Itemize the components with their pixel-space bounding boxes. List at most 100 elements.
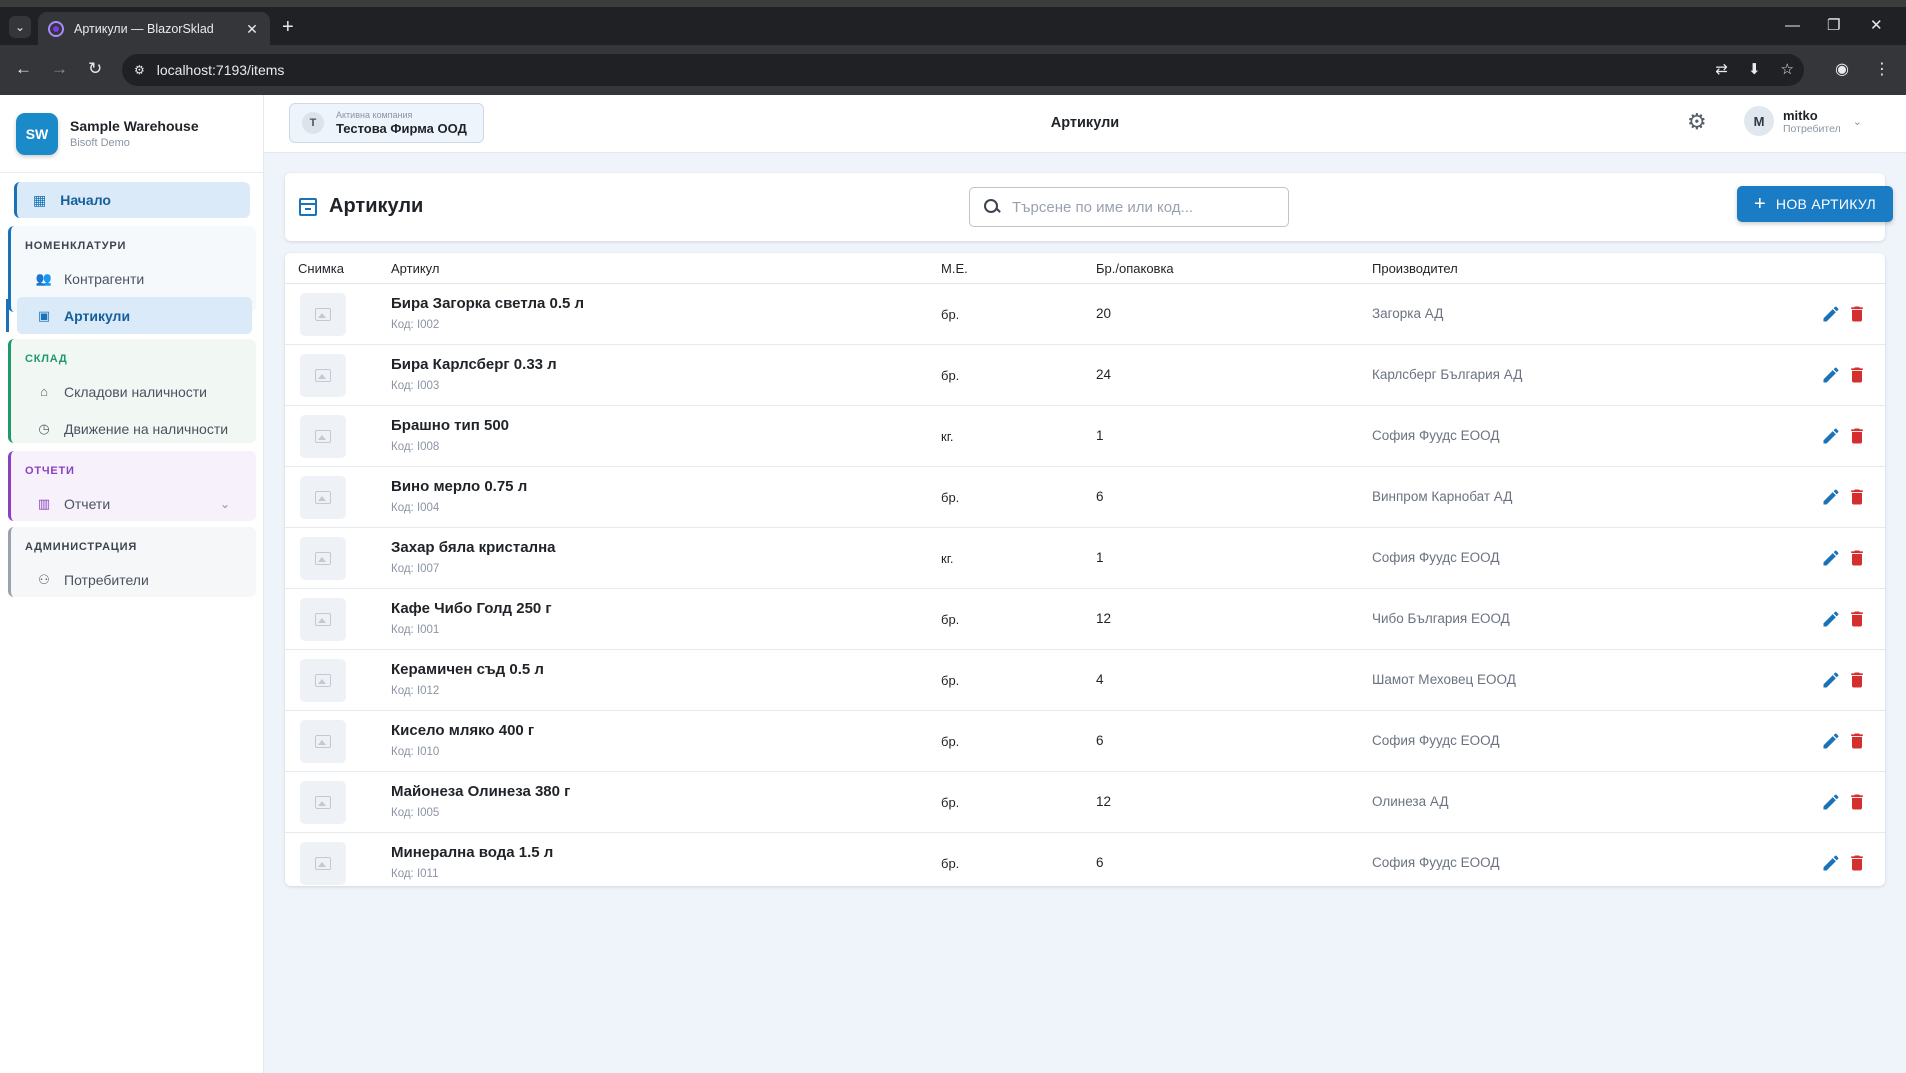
site-settings-icon[interactable]: ⚙ — [134, 63, 145, 77]
image-placeholder-icon — [315, 552, 331, 565]
item-unit: кг. — [941, 429, 954, 444]
table-row[interactable]: Захар бяла кристална Код: I007 кг. 1 София Ф… — [285, 528, 1885, 589]
table-row[interactable]: Брашно тип 500 Код: I008 кг. 1 София Фуудс Е… — [285, 406, 1885, 467]
item-name: Вино мерло 0.75 л — [391, 478, 528, 495]
minimize-button[interactable]: — — [1785, 17, 1800, 35]
delete-button[interactable] — [1847, 792, 1867, 812]
reload-button[interactable]: ↻ — [88, 59, 102, 79]
sidebar-item-items[interactable]: ▣ Артикули — [6, 297, 252, 334]
page-title: Артикули — [329, 195, 424, 217]
image-placeholder-icon — [315, 491, 331, 504]
company-avatar: T — [302, 112, 324, 134]
item-code: Код: I001 — [391, 624, 440, 636]
trash-icon — [1851, 428, 1863, 444]
edit-button[interactable] — [1821, 487, 1841, 507]
image-placeholder-icon — [315, 613, 331, 626]
forward-button[interactable]: → — [51, 59, 68, 79]
column-header-manufacturer[interactable]: Производител — [1372, 261, 1458, 276]
chrome-menu-icon[interactable]: ⋮ — [1874, 59, 1890, 79]
edit-button[interactable] — [1821, 426, 1841, 446]
settings-gear-icon[interactable]: ⚙ — [1687, 111, 1707, 133]
trash-icon — [1851, 489, 1863, 505]
column-header-photo[interactable]: Снимка — [298, 261, 344, 276]
item-pack-qty: 24 — [1096, 367, 1112, 382]
delete-button[interactable] — [1847, 548, 1867, 568]
tab-close-icon[interactable]: ✕ — [244, 21, 260, 38]
search-input[interactable] — [1012, 198, 1262, 216]
image-placeholder-icon — [315, 369, 331, 382]
restore-button[interactable]: ❐ — [1827, 17, 1840, 35]
table-row[interactable]: Кисело мляко 400 г Код: I010 бр. 6 София Фуу… — [285, 711, 1885, 772]
delete-button[interactable] — [1847, 304, 1867, 324]
page-toolbar: Артикули + НОВ АРТИКУЛ — [285, 173, 1893, 241]
item-photo — [300, 720, 346, 763]
sidebar-item-label: Отчети — [64, 495, 111, 512]
profile-icon[interactable]: ◉ — [1835, 59, 1849, 79]
dashboard-icon: ▦ — [33, 191, 47, 208]
item-code: Код: I010 — [391, 746, 440, 758]
item-unit: бр. — [941, 612, 960, 627]
nav-group-title: СКЛАД — [25, 353, 68, 365]
delete-button[interactable] — [1847, 731, 1867, 751]
table-row[interactable]: Минерална вода 1.5 л Код: I011 бр. 6 София Ф… — [285, 833, 1885, 886]
delete-button[interactable] — [1847, 426, 1867, 446]
pencil-icon — [1823, 611, 1839, 627]
nav-group-title: НОМЕНКЛАТУРИ — [25, 240, 127, 252]
table-row[interactable]: Керамичен съд 0.5 л Код: I012 бр. 4 Шамот Ме… — [285, 650, 1885, 711]
edit-button[interactable] — [1821, 853, 1841, 873]
item-name: Минерална вода 1.5 л — [391, 844, 554, 861]
delete-button[interactable] — [1847, 487, 1867, 507]
window-close-button[interactable]: ✕ — [1870, 17, 1883, 35]
address-bar[interactable]: ⚙ localhost:7193/items ⇄ ⬇ ☆ — [122, 54, 1804, 86]
edit-button[interactable] — [1821, 365, 1841, 385]
item-manufacturer: Карлсберг България АД — [1372, 367, 1523, 382]
tab-search-button[interactable]: ⌄ — [9, 16, 31, 38]
chevron-down-icon[interactable]: ⌄ — [220, 497, 230, 511]
chart-icon: ▥ — [37, 495, 51, 511]
brand[interactable]: SW Sample Warehouse Bisoft Demo — [0, 95, 263, 173]
table-row[interactable]: Бира Загорка светла 0.5 л Код: I002 бр. 20 З… — [285, 284, 1885, 345]
sidebar-item-contractors[interactable]: 👥 Контрагенти — [11, 260, 256, 297]
column-header-unit[interactable]: М.Е. — [941, 261, 968, 276]
edit-button[interactable] — [1821, 304, 1841, 324]
sidebar-item-home[interactable]: ▦ Начало — [14, 182, 250, 218]
archive-icon: ▣ — [37, 307, 51, 323]
warehouse-icon: ⌂ — [40, 384, 48, 399]
search-box[interactable] — [969, 187, 1289, 227]
nav-group-title: ОТЧЕТИ — [25, 465, 75, 477]
new-item-button[interactable]: + НОВ АРТИКУЛ — [1737, 186, 1893, 222]
company-selector[interactable]: T Активна компания Тестова Фирма ООД — [289, 103, 484, 143]
delete-button[interactable] — [1847, 670, 1867, 690]
column-header-item[interactable]: Артикул — [391, 261, 439, 276]
back-button[interactable]: ← — [15, 59, 32, 79]
column-header-pack[interactable]: Бр./опаковка — [1096, 261, 1174, 276]
delete-button[interactable] — [1847, 853, 1867, 873]
item-unit: бр. — [941, 307, 960, 322]
edit-button[interactable] — [1821, 731, 1841, 751]
nav-group-warehouse: СКЛАД ⌂ Складови наличности ◷ Движение н… — [8, 339, 256, 443]
table-row[interactable]: Майонеза Олинеза 380 г Код: I005 бр. 12 Олин… — [285, 772, 1885, 833]
bookmark-star-icon[interactable]: ☆ — [1781, 60, 1794, 78]
sidebar-item-users[interactable]: ⚇ Потребители — [11, 561, 256, 598]
user-menu[interactable]: M mitko Потребител ⌄ — [1744, 106, 1862, 136]
table-row[interactable]: Вино мерло 0.75 л Код: I004 бр. 6 Винпром Ка… — [285, 467, 1885, 528]
sidebar-item-stock-movements[interactable]: ◷ Движение на наличности — [11, 410, 256, 447]
table-row[interactable]: Бира Карлсберг 0.33 л Код: I003 бр. 24 Карлс… — [285, 345, 1885, 406]
edit-button[interactable] — [1821, 548, 1841, 568]
delete-button[interactable] — [1847, 609, 1867, 629]
edit-button[interactable] — [1821, 609, 1841, 629]
trash-icon — [1851, 733, 1863, 749]
edit-button[interactable] — [1821, 670, 1841, 690]
item-pack-qty: 1 — [1096, 550, 1104, 565]
sidebar-item-reports[interactable]: ▥ Отчети ⌄ — [11, 485, 256, 522]
table-row[interactable]: Кафе Чибо Голд 250 г Код: I001 бр. 12 Чибо Б… — [285, 589, 1885, 650]
browser-tab[interactable]: Артикули — BlazorSklad ✕ — [38, 12, 270, 46]
sidebar-item-stock[interactable]: ⌂ Складови наличности — [11, 373, 256, 410]
translate-icon[interactable]: ⇄ — [1715, 60, 1728, 78]
new-tab-button[interactable]: + — [282, 17, 294, 37]
edit-button[interactable] — [1821, 792, 1841, 812]
trash-icon — [1851, 367, 1863, 383]
delete-button[interactable] — [1847, 365, 1867, 385]
item-unit: бр. — [941, 856, 960, 871]
install-app-icon[interactable]: ⬇ — [1748, 60, 1761, 78]
